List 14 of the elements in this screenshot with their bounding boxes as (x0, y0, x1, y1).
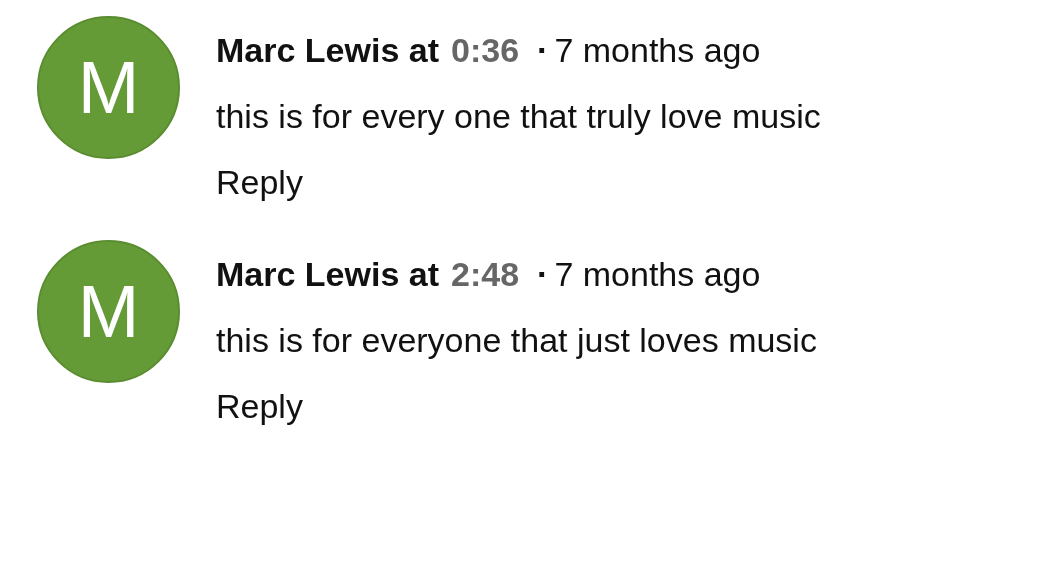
separator-dot: · (537, 30, 549, 71)
timestamp-link[interactable]: 0:36 (451, 28, 520, 72)
comment-age: 7 months ago (554, 30, 761, 71)
comment-text: this is for everyone that just loves music (216, 320, 817, 361)
reply-button[interactable]: Reply (216, 384, 303, 428)
avatar: M (37, 16, 180, 159)
reply-button[interactable]: Reply (216, 160, 303, 204)
comment-age: 7 months ago (554, 254, 761, 295)
author-name: Marc Lewis at (216, 30, 439, 71)
avatar: M (37, 240, 180, 383)
author-name: Marc Lewis at (216, 254, 439, 295)
separator-dot: · (537, 254, 549, 295)
timestamp-link[interactable]: 2:48 (451, 252, 520, 296)
comment-text: this is for every one that truly love music (216, 96, 821, 137)
